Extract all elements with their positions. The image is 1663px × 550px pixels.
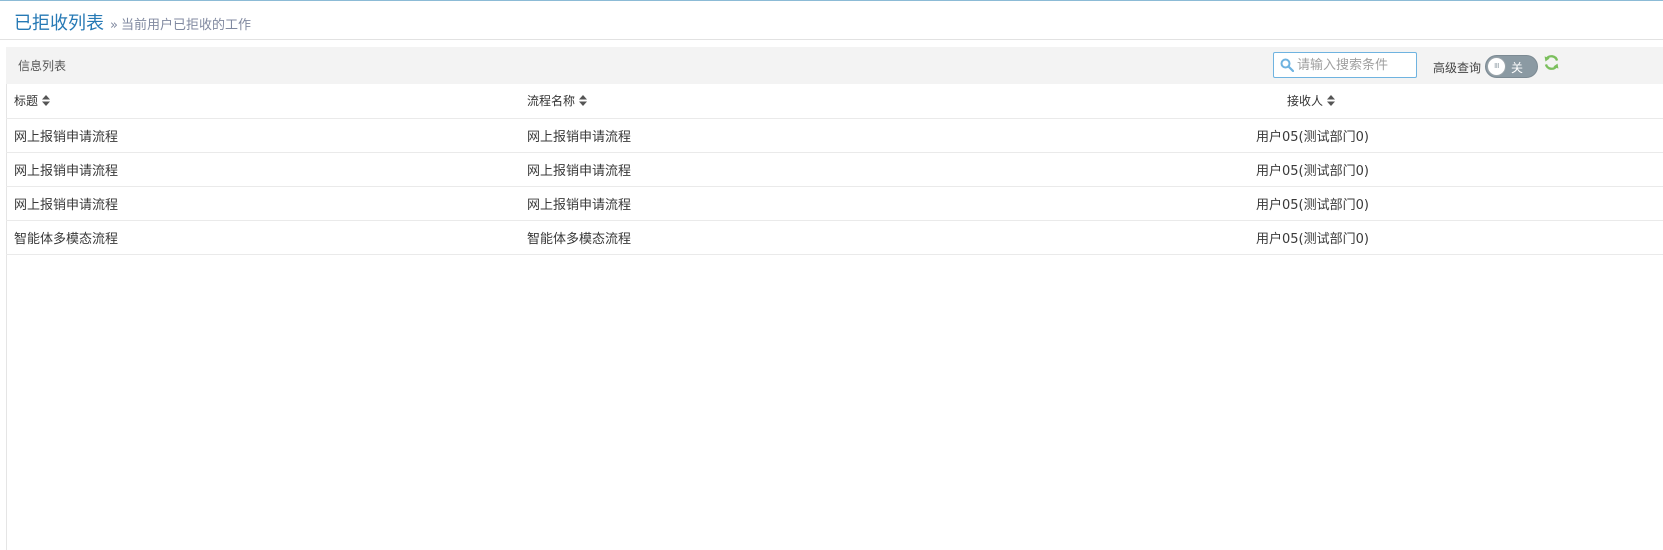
page-title: 已拒收列表 (14, 13, 104, 34)
table-row[interactable]: 网上报销申请流程 网上报销申请流程 用户05(测试部门0) (6, 152, 1663, 187)
cell-receiver-text: 用户05(测试部门0) (1256, 231, 1369, 247)
cell-receiver-text: 用户05(测试部门0) (1256, 163, 1369, 179)
advanced-search-label: 高级查询 (1433, 61, 1482, 75)
search-box[interactable] (1273, 52, 1417, 78)
cell-receiver-text: 用户05(测试部门0) (1256, 129, 1369, 145)
breadcrumb-separator: » (110, 18, 118, 33)
sort-icon (579, 95, 588, 107)
list-toolbar: 信息列表 高级查询 III 关 (6, 47, 1663, 84)
search-input[interactable] (1297, 55, 1413, 75)
toggle-knob: III (1487, 57, 1506, 76)
sort-icon (1327, 95, 1336, 107)
cell-flow-name: 网上报销申请流程 (527, 186, 1127, 221)
column-header-label: 标题 (14, 94, 39, 109)
toggle-state-text: 关 (1511, 61, 1524, 75)
cell-flow-name: 网上报销申请流程 (527, 118, 1127, 153)
cell-flow-name: 网上报销申请流程 (527, 152, 1127, 187)
cell-title: 网上报销申请流程 (6, 118, 527, 153)
cell-receiver-text: 用户05(测试部门0) (1256, 197, 1369, 213)
column-header-title[interactable]: 标题 (6, 84, 527, 119)
column-header-receiver[interactable]: 接收人 (1127, 84, 1663, 119)
column-header-flow-name[interactable]: 流程名称 (527, 84, 1127, 119)
table-header-row: 标题 流程名称 接收人 (6, 84, 1663, 119)
advanced-search-toggle[interactable]: III 关 (1485, 55, 1538, 78)
table-row[interactable]: 网上报销申请流程 网上报销申请流程 用户05(测试部门0) (6, 186, 1663, 221)
data-table: 标题 流程名称 接收人 网上报销申请流程 网上报销申请流程 用户05(测试部门0… (6, 84, 1663, 255)
refresh-icon[interactable] (1543, 54, 1560, 71)
table-row[interactable]: 智能体多模态流程 智能体多模态流程 用户05(测试部门0) (6, 220, 1663, 255)
page-subtitle: » 当前用户已拒收的工作 (110, 14, 251, 33)
cell-receiver: 用户05(测试部门0) (1127, 118, 1663, 153)
table-row[interactable]: 网上报销申请流程 网上报销申请流程 用户05(测试部门0) (6, 118, 1663, 153)
cell-title: 网上报销申请流程 (6, 152, 527, 187)
page-header: 已拒收列表 » 当前用户已拒收的工作 (0, 1, 1663, 40)
cell-title: 网上报销申请流程 (6, 186, 527, 221)
cell-receiver: 用户05(测试部门0) (1127, 152, 1663, 187)
page-subtitle-text: 当前用户已拒收的工作 (120, 18, 251, 33)
search-icon (1280, 58, 1294, 72)
column-header-label: 接收人 (1287, 94, 1324, 109)
cell-receiver: 用户05(测试部门0) (1127, 220, 1663, 255)
list-title: 信息列表 (18, 59, 67, 73)
cell-title: 智能体多模态流程 (6, 220, 527, 255)
sort-icon (42, 95, 51, 107)
cell-flow-name: 智能体多模态流程 (527, 220, 1127, 255)
cell-receiver: 用户05(测试部门0) (1127, 186, 1663, 221)
column-header-label: 流程名称 (527, 94, 576, 109)
